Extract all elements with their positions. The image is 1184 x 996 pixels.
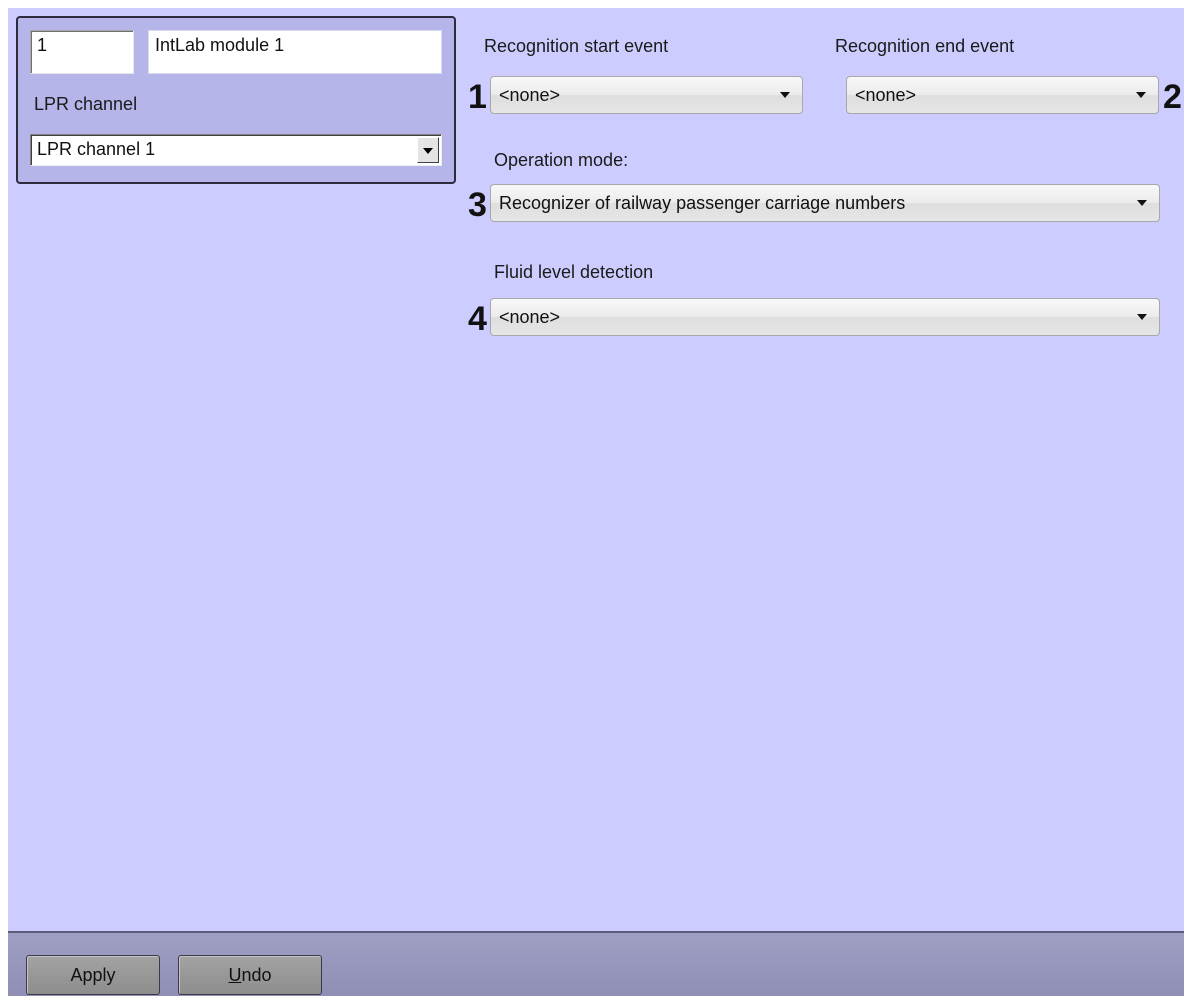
undo-mnemonic: U <box>228 965 242 985</box>
object-id-field[interactable]: 1 <box>30 30 134 74</box>
recognition-end-label: Recognition end event <box>835 36 1015 56</box>
marker-2: 2 <box>1163 78 1182 116</box>
chevron-down-icon <box>780 92 790 98</box>
settings-window: 1 IntLab module 1 LPR channel LPR channe… <box>0 0 1184 996</box>
apply-button[interactable]: Apply <box>26 955 160 995</box>
chevron-down-icon[interactable] <box>417 137 439 163</box>
marker-3: 3 <box>468 186 487 224</box>
recognition-start-value: <none> <box>499 85 561 105</box>
marker-1: 1 <box>468 78 487 116</box>
chevron-down-icon <box>1137 314 1147 320</box>
recognition-end-value: <none> <box>855 85 917 105</box>
chevron-down-icon <box>1137 200 1147 206</box>
lpr-channel-select[interactable]: LPR channel 1 <box>30 134 442 166</box>
undo-button[interactable]: Undo <box>178 955 322 995</box>
recognition-start-select[interactable]: <none> <box>490 76 803 114</box>
lpr-channel-label: LPR channel <box>34 94 138 114</box>
operation-mode-select[interactable]: Recognizer of railway passenger carriage… <box>490 184 1160 222</box>
object-name-value: IntLab module 1 <box>155 35 285 55</box>
object-id-value: 1 <box>37 35 48 55</box>
marker-4: 4 <box>468 300 487 338</box>
fluid-level-value: <none> <box>499 307 561 327</box>
object-name-field[interactable]: IntLab module 1 <box>148 30 442 74</box>
recognition-start-label: Recognition start event <box>484 36 669 56</box>
chevron-down-icon <box>1136 92 1146 98</box>
undo-button-label: ndo <box>241 965 272 985</box>
operation-mode-label: Operation mode: <box>494 150 629 170</box>
object-settings-group: 1 IntLab module 1 LPR channel LPR channe… <box>16 16 456 184</box>
footer-bar: Apply Undo <box>8 931 1184 996</box>
fluid-level-label: Fluid level detection <box>494 262 654 282</box>
lpr-channel-value: LPR channel 1 <box>37 139 156 159</box>
operation-mode-value: Recognizer of railway passenger carriage… <box>499 193 906 213</box>
fluid-level-select[interactable]: <none> <box>490 298 1160 336</box>
recognition-end-select[interactable]: <none> <box>846 76 1159 114</box>
apply-button-label: Apply <box>70 965 116 985</box>
